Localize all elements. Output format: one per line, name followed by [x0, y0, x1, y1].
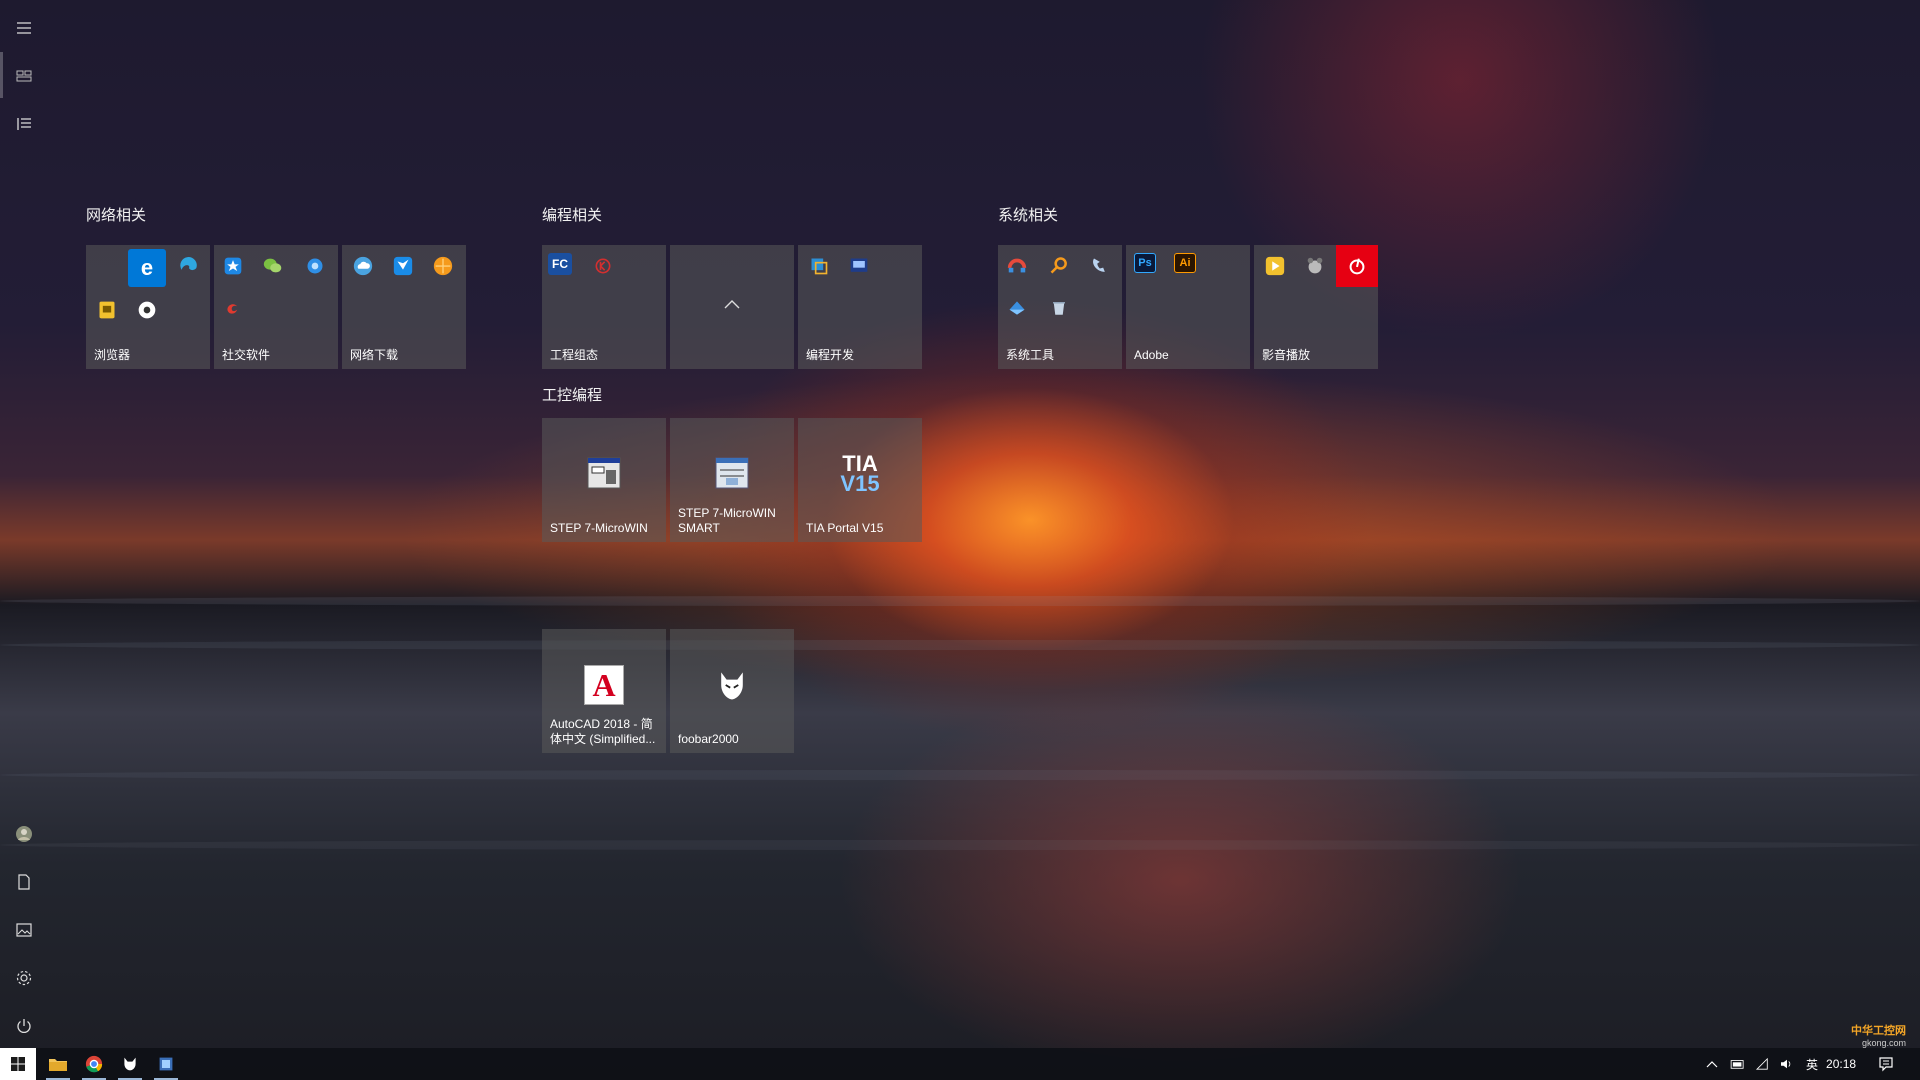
recycle-bin-icon	[1046, 295, 1072, 321]
phone-tool-icon	[1086, 253, 1112, 279]
taskbar: 英 20:18	[0, 1048, 1920, 1080]
group-title-system[interactable]: 系统相关	[998, 204, 1058, 225]
watermark-title: 中华工控网	[1851, 1025, 1906, 1037]
chevron-up-icon	[724, 300, 740, 309]
thunder-download-icon	[390, 253, 416, 279]
hmi-app-icon	[846, 253, 872, 279]
magnet-tool-icon	[1004, 253, 1030, 279]
tile-label: 工程组态	[550, 348, 599, 362]
cloud-icon	[350, 253, 376, 279]
dev-app-icon	[806, 253, 832, 279]
mouse-app-icon	[1302, 253, 1328, 279]
tile-engineering-config-folder[interactable]: FC 工程组态	[542, 245, 666, 369]
folder-icon	[49, 1059, 67, 1071]
show-hidden-icons-icon[interactable]	[1706, 1060, 1718, 1068]
star-app-icon	[220, 253, 246, 279]
tile-system-tools-folder[interactable]: 系统工具	[998, 245, 1122, 369]
new-edge-icon	[176, 255, 202, 281]
input-method-indicator[interactable]: 英	[1806, 1056, 1818, 1073]
tile-label: STEP 7-MicroWIN	[550, 521, 648, 535]
documents-icon[interactable]	[0, 858, 48, 906]
tile-step7-microwin-smart[interactable]: STEP 7-MicroWIN SMART	[670, 418, 794, 542]
tile-label: 社交软件	[222, 348, 271, 362]
qq-browser-icon	[302, 253, 328, 279]
reflection-band	[0, 640, 1920, 650]
group-title-programming[interactable]: 编程相关	[542, 204, 602, 225]
windows-logo-icon	[11, 1057, 25, 1071]
video-player-icon	[1262, 253, 1288, 279]
swirl-app-icon	[220, 295, 246, 321]
chrome-taskbar-button[interactable]	[76, 1048, 112, 1080]
tile-label: 编程开发	[806, 348, 855, 362]
all-apps-list-icon[interactable]	[0, 100, 48, 148]
reflection-band	[0, 770, 1920, 780]
tile-tia-portal[interactable]: TIA V15 TIA Portal V15	[798, 418, 922, 542]
chrome-like-icon	[134, 297, 160, 323]
hamburger-menu-icon[interactable]	[0, 4, 48, 52]
foobar2000-icon	[712, 665, 752, 705]
edge-icon: e	[128, 249, 166, 287]
tile-label: 系统工具	[1006, 348, 1055, 362]
tile-browser-folder[interactable]: e 浏览器	[86, 245, 210, 369]
orange-app-icon	[430, 253, 456, 279]
tile-label: STEP 7-MicroWIN SMART	[678, 506, 776, 535]
network-icon[interactable]	[1756, 1058, 1770, 1070]
chrome-icon	[85, 1055, 103, 1073]
tile-label: Adobe	[1134, 348, 1169, 362]
tile-label: TIA Portal V15	[806, 521, 884, 535]
step7-smart-icon	[712, 454, 752, 494]
tile-autocad[interactable]: A AutoCAD 2018 - 简体中文 (Simplified...	[542, 629, 666, 753]
action-center-icon[interactable]	[1878, 1056, 1894, 1072]
tiles-view-icon[interactable]	[0, 52, 48, 100]
tile-label: 浏览器	[94, 348, 131, 362]
tile-download-folder[interactable]: 网络下载	[342, 245, 466, 369]
pictures-icon[interactable]	[0, 906, 48, 954]
tile-label: 影音播放	[1262, 348, 1311, 362]
tile-step7-microwin[interactable]: STEP 7-MicroWIN	[542, 418, 666, 542]
group-title-network[interactable]: 网络相关	[86, 204, 146, 225]
tile-social-folder[interactable]: 社交软件	[214, 245, 338, 369]
group-title-industrial[interactable]: 工控编程	[542, 384, 602, 405]
clock-time[interactable]: 20:18	[1826, 1057, 1856, 1071]
tile-label: 网络下载	[350, 348, 399, 362]
settings-gear-icon[interactable]	[0, 954, 48, 1002]
start-button[interactable]	[0, 1048, 36, 1080]
kingview-icon	[590, 253, 616, 279]
tile-label: AutoCAD 2018 - 简体中文 (Simplified...	[550, 717, 656, 746]
tile-label: foobar2000	[678, 732, 739, 746]
reflection-band	[0, 840, 1920, 850]
system-tray: 英 20:18	[1706, 1048, 1894, 1080]
user-avatar[interactable]	[0, 810, 48, 858]
tile-adobe-folder[interactable]: Ps Ai Adobe	[1126, 245, 1250, 369]
notes-app-icon	[94, 297, 120, 323]
watermark-url: gkong.com	[1861, 1038, 1906, 1048]
fc-icon: FC	[548, 253, 572, 275]
wechat-icon	[260, 253, 286, 279]
app-taskbar-button[interactable]	[148, 1048, 184, 1080]
step7-microwin-icon	[584, 454, 624, 494]
magnifier-tool-icon	[1046, 253, 1072, 279]
volume-icon[interactable]	[1780, 1058, 1794, 1070]
photoshop-icon: Ps	[1134, 253, 1156, 273]
file-explorer-taskbar-button[interactable]	[40, 1048, 76, 1080]
foobar-icon	[124, 1057, 136, 1071]
battery-icon[interactable]	[1730, 1058, 1746, 1070]
autocad-icon: A	[584, 665, 624, 705]
netease-music-icon	[1336, 245, 1378, 287]
illustrator-icon: Ai	[1174, 253, 1196, 273]
tile-dev-folder[interactable]: 编程开发	[798, 245, 922, 369]
disk-tool-icon	[1004, 295, 1030, 321]
power-icon[interactable]	[0, 1002, 48, 1050]
app-icon	[159, 1057, 173, 1071]
start-left-rail	[0, 0, 48, 1048]
foobar2000-taskbar-button[interactable]	[112, 1048, 148, 1080]
tia-icon-version: V15	[840, 471, 880, 496]
reflection-band	[0, 596, 1920, 606]
tia-portal-icon: TIA V15	[840, 453, 880, 496]
tile-collapse-folder[interactable]	[670, 245, 794, 369]
tile-foobar2000[interactable]: foobar2000	[670, 629, 794, 753]
tile-media-folder[interactable]: 影音播放	[1254, 245, 1378, 369]
